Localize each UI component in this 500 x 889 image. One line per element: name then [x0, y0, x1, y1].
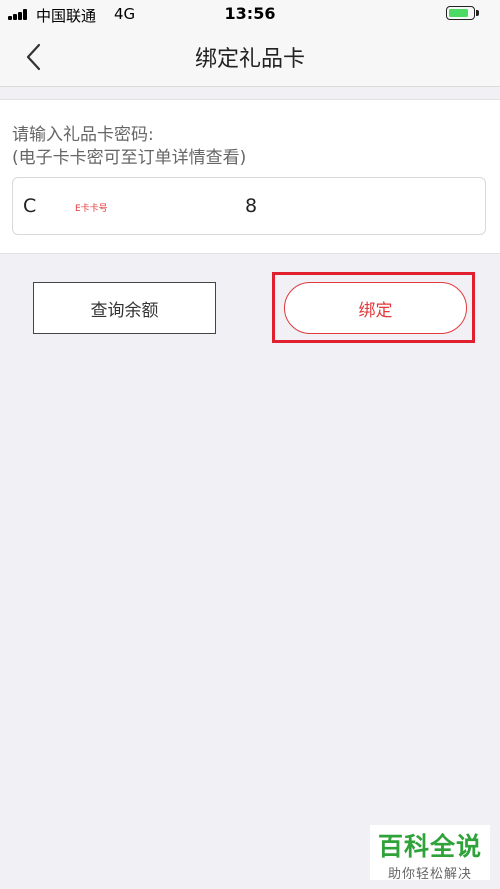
- battery-level: [449, 9, 468, 17]
- redacted-area: [41, 196, 237, 214]
- check-balance-button[interactable]: 查询余额: [33, 282, 216, 334]
- status-bar: 中国联通 4G 13:56: [0, 0, 500, 28]
- battery-tip: [476, 10, 479, 16]
- gift-card-form: 请输入礼品卡密码: (电子卡卡密可至订单详情查看) C E卡卡号 8: [0, 99, 500, 254]
- status-time: 13:56: [224, 4, 276, 23]
- password-hint: (电子卡卡密可至订单详情查看): [12, 148, 247, 168]
- watermark-title: 百科全说: [377, 832, 482, 861]
- input-value-end: 8: [245, 195, 258, 217]
- watermark-logo: 百科全说 助你轻松解决: [370, 825, 490, 882]
- password-prompt: 请输入礼品卡密码:: [12, 125, 154, 145]
- bind-button[interactable]: 绑定: [284, 282, 467, 334]
- card-password-input[interactable]: C E卡卡号 8: [12, 177, 486, 235]
- battery-icon: [446, 6, 475, 20]
- input-hint-label: E卡卡号: [75, 204, 108, 214]
- input-value-start: C: [23, 195, 37, 217]
- page-title: 绑定礼品卡: [194, 47, 305, 72]
- navigation-bar: 绑定礼品卡: [0, 28, 500, 87]
- watermark-subtitle: 助你轻松解决: [387, 867, 472, 882]
